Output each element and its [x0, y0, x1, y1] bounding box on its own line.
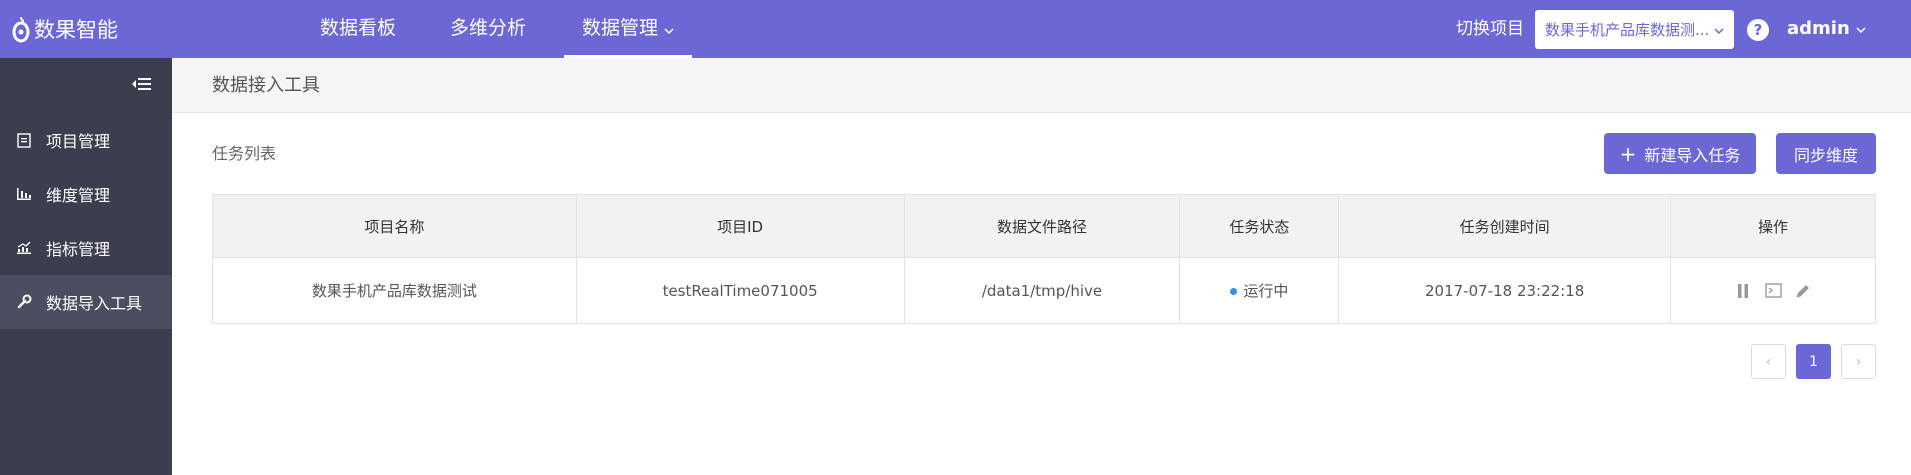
column-header: 任务创建时间 — [1338, 194, 1672, 258]
new-import-task-label: 新建导入任务 — [1644, 145, 1741, 165]
table-row: 数果手机产品库数据测试 testRealTime071005 /data1/tm… — [212, 257, 1876, 324]
actions-cell — [1670, 257, 1876, 324]
pagination-prev-button[interactable]: ‹ — [1751, 344, 1786, 379]
table-header-row: 项目名称 项目ID 数据文件路径 任务状态 任务创建时间 操作 — [212, 194, 1876, 258]
page-header: 数据接入工具 — [172, 58, 1911, 113]
terminal-icon[interactable] — [1763, 281, 1783, 301]
section-title: 任务列表 — [212, 144, 277, 163]
user-name: admin — [1787, 18, 1850, 39]
status-text: 运行中 — [1243, 282, 1289, 300]
nav-dashboard[interactable]: 数据看板 — [320, 0, 396, 58]
collapse-menu-icon[interactable] — [130, 76, 154, 94]
trend-chart-icon — [16, 240, 32, 256]
column-header: 任务状态 — [1179, 194, 1340, 258]
logo-text: 数果智能 — [34, 18, 118, 42]
file-path-cell: /data1/tmp/hive — [904, 257, 1181, 324]
sidebar-item-dimensions[interactable]: 维度管理 — [0, 167, 172, 221]
created-time-cell: 2017-07-18 23:22:18 — [1338, 257, 1672, 324]
pagination-page-1[interactable]: 1 — [1796, 344, 1831, 379]
sidebar-item-projects[interactable]: 项目管理 — [0, 113, 172, 167]
plus-icon: + — [1619, 141, 1637, 166]
status-dot-icon — [1230, 288, 1238, 295]
project-select-value: 数果手机产品库数据测... — [1545, 21, 1710, 39]
logo-icon — [12, 16, 30, 43]
project-name-cell: 数果手机产品库数据测试 — [212, 257, 577, 324]
sidebar-item-label: 数据导入工具 — [46, 294, 143, 313]
sidebar-item-data-import[interactable]: 数据导入工具 — [0, 275, 172, 329]
sidebar: 项目管理 维度管理 指标管理 数据导入工具 — [0, 58, 172, 475]
column-header: 项目名称 — [212, 194, 577, 258]
status-cell: 运行中 — [1179, 257, 1340, 324]
pagination-next-button[interactable]: › — [1841, 344, 1876, 379]
top-bar: 数果智能 数据看板 多维分析 数据管理 切换项目 数果手机产品库数据测... ?… — [0, 0, 1911, 58]
column-header: 操作 — [1670, 194, 1876, 258]
edit-icon[interactable] — [1793, 281, 1813, 301]
sidebar-item-label: 指标管理 — [46, 240, 111, 259]
task-table: 项目名称 项目ID 数据文件路径 任务状态 任务创建时间 操作 数果手机产品库数… — [212, 194, 1876, 324]
project-select[interactable]: 数果手机产品库数据测... — [1535, 10, 1734, 49]
chevron-down-icon — [664, 1, 674, 57]
switch-project-label: 切换项目 — [1456, 19, 1524, 39]
new-import-task-button[interactable]: + 新建导入任务 — [1604, 133, 1756, 174]
help-icon[interactable]: ? — [1747, 19, 1769, 41]
nav-data-management-label: 数据管理 — [582, 17, 659, 39]
wrench-icon — [16, 294, 32, 310]
sidebar-item-label: 维度管理 — [46, 186, 111, 205]
user-menu[interactable]: admin — [1787, 0, 1866, 58]
nav-data-management[interactable]: 数据管理 — [564, 0, 693, 58]
nav-analysis[interactable]: 多维分析 — [450, 0, 526, 58]
sidebar-item-label: 项目管理 — [46, 132, 111, 151]
sidebar-item-metrics[interactable]: 指标管理 — [0, 221, 172, 275]
bar-chart-icon — [16, 186, 32, 202]
chevron-down-icon — [1714, 21, 1724, 39]
page-title: 数据接入工具 — [212, 75, 320, 96]
logo[interactable]: 数果智能 — [12, 14, 118, 44]
pause-icon[interactable] — [1733, 281, 1753, 301]
sync-dimensions-button[interactable]: 同步维度 — [1776, 133, 1876, 174]
column-header: 项目ID — [576, 194, 905, 258]
project-id-cell: testRealTime071005 — [576, 257, 905, 324]
column-header: 数据文件路径 — [904, 194, 1181, 258]
chevron-down-icon — [1856, 0, 1866, 58]
document-icon — [16, 132, 32, 148]
